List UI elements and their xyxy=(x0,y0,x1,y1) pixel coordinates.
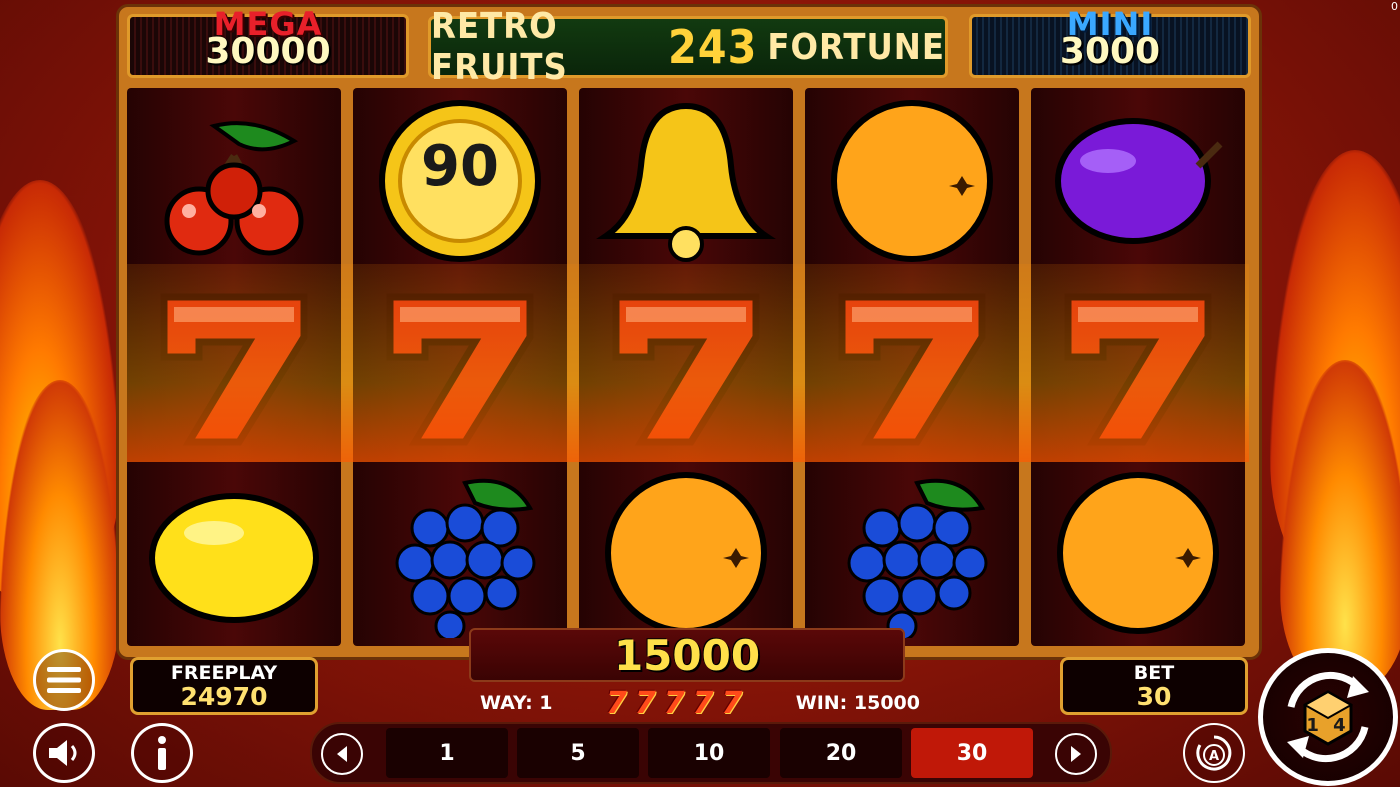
bet-label: BET xyxy=(1133,662,1175,684)
arrow-left-icon xyxy=(337,746,347,762)
cherries-icon xyxy=(164,121,304,256)
symbol-coin: 90 xyxy=(353,88,567,274)
bet-next-button[interactable] xyxy=(1055,733,1097,775)
title-part1: RETRO FRUITS xyxy=(431,6,568,88)
seven-icon xyxy=(612,293,760,446)
freeplay-box: FREEPLAY 24970 xyxy=(130,657,318,715)
bet-option[interactable]: 1 xyxy=(386,728,508,778)
win-way-row: WAY: 1 77777 WIN: 15000 xyxy=(480,686,920,721)
symbol-grapes xyxy=(805,460,1019,646)
grapes-icon xyxy=(847,478,988,638)
title-number: 243 xyxy=(667,20,758,74)
freeplay-value: 24970 xyxy=(180,682,268,711)
seven-icon xyxy=(838,293,986,446)
corner-indicator: 0 xyxy=(1391,0,1398,13)
symbol-seven xyxy=(805,274,1019,460)
hamburger-icon xyxy=(47,667,81,693)
brand-logo-text: 1 4 xyxy=(1306,715,1350,736)
reel-3 xyxy=(579,88,793,646)
speaker-icon xyxy=(49,740,77,766)
orange-icon xyxy=(1057,472,1219,634)
reel-4 xyxy=(805,88,1019,646)
bet-option[interactable]: 5 xyxy=(517,728,639,778)
win-label: WIN: 15000 xyxy=(795,692,920,714)
bet-box: BET 30 xyxy=(1060,657,1248,715)
mini-seven-icon: 7 xyxy=(663,685,685,721)
bet-option[interactable]: 10 xyxy=(648,728,770,778)
symbol-grapes xyxy=(353,460,567,646)
title-part2: FORTUNE xyxy=(767,26,945,68)
arrow-right-icon xyxy=(1071,746,1081,762)
freeplay-label: FREEPLAY xyxy=(170,662,278,684)
autoplay-icon: A xyxy=(1196,735,1232,771)
win-symbols: 77777 xyxy=(602,686,746,721)
seven-icon xyxy=(1064,293,1212,446)
mini-seven-icon: 7 xyxy=(634,685,656,721)
symbol-seven xyxy=(353,274,567,460)
reel-1 xyxy=(127,88,341,646)
bet-prev-button[interactable] xyxy=(321,733,363,775)
menu-button[interactable] xyxy=(33,649,95,711)
mega-value: 30000 xyxy=(205,31,331,72)
reel-5 xyxy=(1031,88,1245,646)
symbol-bell xyxy=(579,88,793,274)
symbol-plum xyxy=(1031,88,1245,274)
symbol-orange xyxy=(579,460,793,646)
bet-option[interactable]: 20 xyxy=(780,728,902,778)
game-title: RETRO FRUITS 243 FORTUNE xyxy=(428,6,948,88)
mini-seven-icon: 7 xyxy=(721,685,743,721)
spin-button[interactable]: 1 4 xyxy=(1258,648,1398,786)
grapes-icon xyxy=(395,478,536,638)
bet-option-selected[interactable]: 30 xyxy=(911,728,1033,778)
orange-icon xyxy=(831,100,993,262)
symbol-orange xyxy=(805,88,1019,274)
reel-2: 90 xyxy=(353,88,567,646)
orange-icon xyxy=(605,472,767,634)
mini-seven-icon: 7 xyxy=(692,685,714,721)
bell-icon xyxy=(596,102,776,262)
symbol-lemon xyxy=(127,460,341,646)
seven-icon xyxy=(160,293,308,446)
way-label: WAY: 1 xyxy=(480,692,553,714)
seven-icon xyxy=(386,293,534,446)
symbol-seven xyxy=(579,274,793,460)
info-button[interactable] xyxy=(131,723,193,783)
lemon-icon xyxy=(149,493,319,623)
mini-seven-icon: 7 xyxy=(605,685,627,721)
sound-button[interactable] xyxy=(33,723,95,783)
symbol-cherries xyxy=(127,88,341,274)
bet-value: 30 xyxy=(1136,682,1172,711)
symbol-seven xyxy=(127,274,341,460)
symbol-orange xyxy=(1031,460,1245,646)
info-icon xyxy=(158,736,166,770)
svg-text:A: A xyxy=(1209,749,1219,764)
symbol-seven xyxy=(1031,274,1245,460)
autoplay-button[interactable]: A xyxy=(1183,723,1245,783)
mini-jackpot: MINI 3000 xyxy=(969,5,1251,78)
plum-icon xyxy=(1055,118,1223,244)
mini-value: 3000 xyxy=(1059,31,1161,72)
win-display: 15000 xyxy=(469,628,905,682)
coin-value: 90 xyxy=(421,134,499,199)
mega-jackpot: MEGA 30000 xyxy=(127,5,409,78)
